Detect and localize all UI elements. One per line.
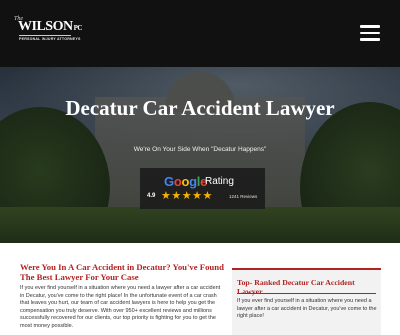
sidebar-divider [237,293,376,294]
google-logo-letter: g [189,174,197,189]
menu-line [360,25,380,28]
menu-line [360,38,380,41]
logo-suffix: PC [73,24,83,32]
logo-name-text: WILSON [18,19,73,34]
main-heading: Were You In A Car Accident in Decatur? Y… [20,262,224,282]
google-logo-text: Google [164,174,207,189]
sidebar-top-rule [232,268,381,270]
hero-overlay [0,67,400,243]
sidebar-card: Top- Ranked Decatur Car Accident Lawyer … [232,268,381,335]
star-icon: ★ [171,190,182,202]
rating-label: Rating [205,176,234,187]
review-count[interactable]: 1241 Reviews [229,194,257,199]
google-rating-badge[interactable]: Google Rating 4.9 ★★★★★ 1241 Reviews [140,168,265,209]
hamburger-menu-icon[interactable] [360,25,380,41]
logo-name: WILSONPC [18,19,82,35]
sidebar-paragraph: If you ever find yourself in a situation… [237,298,377,320]
logo-tagline: PERSONAL INJURY ATTORNEYS [19,37,81,41]
site-logo[interactable]: The WILSONPC PERSONAL INJURY ATTORNEYS [14,16,82,48]
rating-score: 4.9 [147,193,156,199]
star-icon: ★ [181,190,193,202]
main-paragraph: If you ever find yourself in a situation… [20,285,221,329]
logo-rule [19,35,71,36]
star-icon: ★ [161,190,172,202]
google-logo-letter: o [181,174,190,189]
google-logo-letter: G [164,174,174,189]
star-rating-icons: ★★★★★ [161,189,213,202]
hero-subtitle: We're On Your Side When "Decatur Happens… [133,146,267,153]
google-logo: Google [164,174,207,189]
menu-line [360,31,380,34]
star-icon: ★ [192,190,203,202]
page-title: Decatur Car Accident Lawyer [65,96,335,120]
hero-banner: Decatur Car Accident Lawyer We're On You… [0,67,400,243]
site-header: The WILSONPC PERSONAL INJURY ATTORNEYS [0,0,400,67]
star-icon: ★ [202,190,213,202]
